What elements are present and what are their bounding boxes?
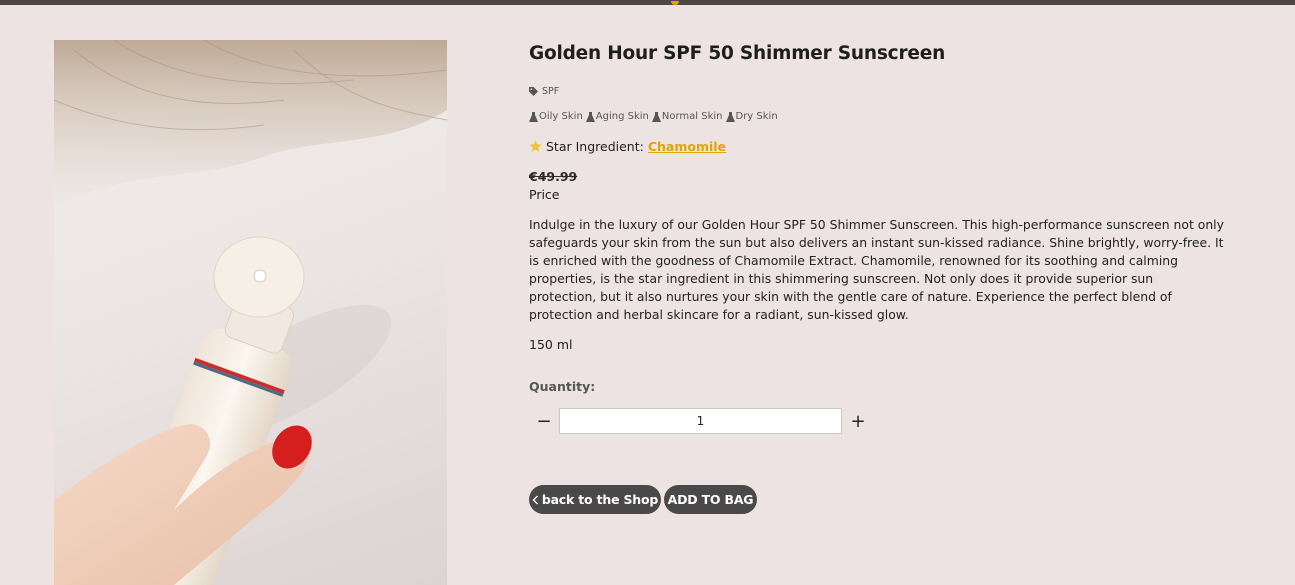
skin-type-label: Oily Skin [539,111,583,122]
skin-type-item[interactable]: Normal Skin [651,111,723,122]
skin-type-label: Normal Skin [661,111,723,122]
product-description: Indulge in the luxury of our Golden Hour… [529,217,1224,322]
flask-icon [725,111,735,122]
quantity-input[interactable] [559,408,842,434]
skin-type-item[interactable]: Dry Skin [725,111,778,122]
back-to-shop-button[interactable]: back to the Shop [529,485,661,514]
top-bar [0,0,1295,5]
flask-icon [651,111,661,122]
tag-icon [529,87,538,96]
old-price: €49.99 [529,169,578,184]
star-ingredient: Star Ingredient: Chamomile [529,139,726,154]
skin-type-item[interactable]: Oily Skin [529,111,583,122]
top-bar-indicator [671,1,679,5]
quantity-decrease-button[interactable]: − [530,409,558,433]
product-category[interactable]: SPF [529,86,559,97]
product-title: Golden Hour SPF 50 Shimmer Sunscreen [529,43,946,64]
skin-type-label: Aging Skin [595,111,649,122]
star-icon [529,140,542,152]
skin-type-label: Dry Skin [735,111,778,122]
quantity-label: Quantity: [529,379,596,394]
flask-icon [529,111,538,122]
skin-type-list: Oily Skin Aging Skin Normal Skin Dry Ski… [529,111,778,122]
star-ingredient-link[interactable]: Chamomile [648,139,726,154]
skin-type-item[interactable]: Aging Skin [585,111,649,122]
quantity-increase-button[interactable]: + [844,409,872,433]
add-to-bag-button[interactable]: ADD TO BAG [664,485,757,514]
product-image [54,40,447,585]
product-volume: 150 ml [529,337,573,352]
chevron-left-icon [532,495,538,504]
price-label: Price [529,187,560,202]
category-label: SPF [542,86,560,97]
back-to-shop-label: back to the Shop [541,492,659,507]
star-ingredient-label: Star Ingredient: [546,139,644,154]
flask-icon [585,111,595,122]
